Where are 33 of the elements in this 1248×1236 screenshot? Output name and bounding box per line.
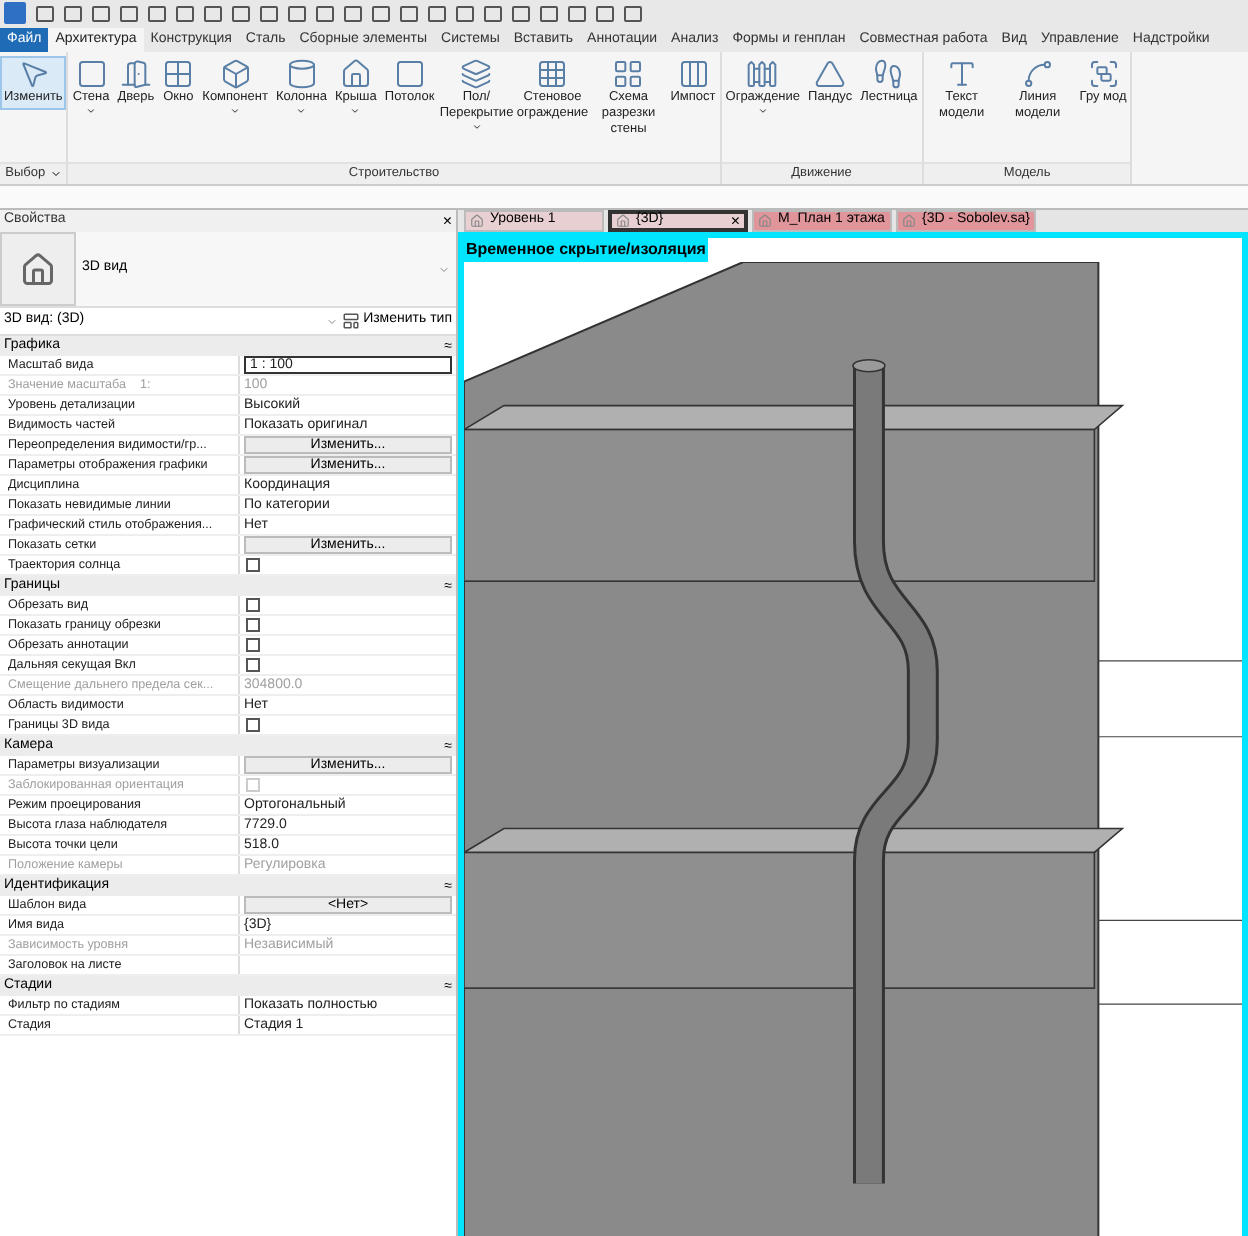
checkbox[interactable] (246, 598, 260, 612)
component-icon (219, 58, 252, 90)
door-icon (119, 58, 152, 90)
pointer-icon (17, 58, 50, 90)
close-button[interactable]: × (442, 213, 452, 229)
edit-type-icon (341, 312, 360, 330)
dropdown-caret-icon (471, 122, 482, 132)
checkbox[interactable] (246, 618, 260, 632)
checkbox[interactable] (246, 558, 260, 572)
dropdown-caret-icon (757, 106, 768, 116)
house-icon (20, 251, 56, 287)
dropdown-caret-icon (325, 315, 338, 327)
checkbox[interactable] (246, 718, 260, 732)
dropdown-caret-icon (230, 106, 241, 116)
dropdown-caret-icon (86, 106, 97, 116)
line-icon (1021, 58, 1054, 90)
railing-icon (746, 58, 779, 90)
dropdown-caret-icon (350, 106, 361, 116)
close-tab-button[interactable]: × (730, 213, 740, 229)
view-icon (616, 214, 630, 228)
checkbox[interactable] (246, 638, 260, 652)
view-icon (902, 214, 916, 228)
isolation-label: Временное скрытие/изоляция (464, 238, 708, 262)
dropdown-caret-icon (438, 263, 450, 275)
view-icon (470, 214, 484, 228)
checkbox[interactable] (246, 658, 260, 672)
grid-icon (612, 58, 645, 90)
dropdown-caret-icon[interactable] (49, 168, 62, 180)
window-icon (162, 58, 195, 90)
view-icon (758, 214, 772, 228)
column-icon (285, 58, 318, 90)
dropdown-caret-icon (296, 106, 307, 116)
text-icon (945, 58, 978, 90)
